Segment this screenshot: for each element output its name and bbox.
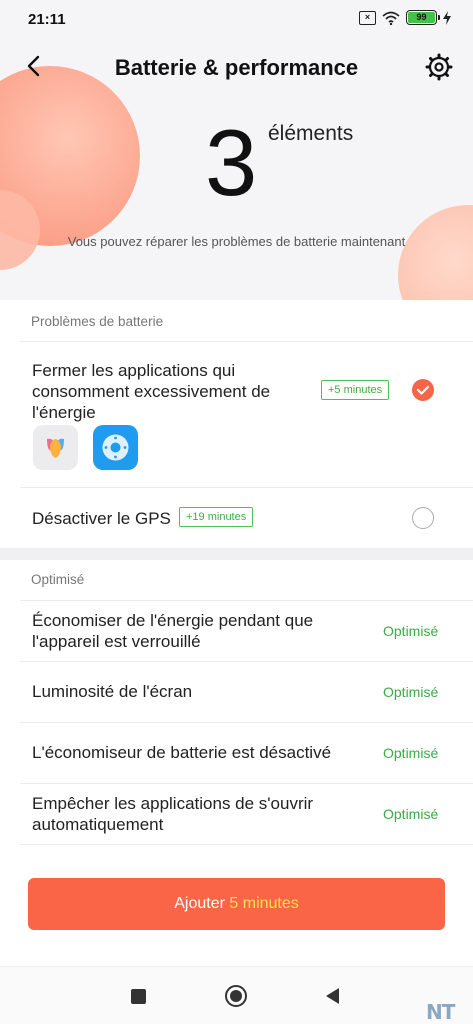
optimized-status: Optimisé: [383, 745, 439, 761]
optimized-label: Empêcher les applications de s'ouvrir au…: [32, 794, 314, 834]
optimized-status: Optimisé: [383, 623, 439, 639]
optimized-label: Luminosité de l'écran: [32, 682, 193, 701]
check-icon: [416, 385, 430, 395]
sim-x-icon: ×: [359, 10, 376, 25]
issue-count: 3: [205, 110, 258, 215]
navigation-bar: [0, 966, 473, 1024]
issue-count-unit: éléments: [268, 122, 354, 145]
time-gain-badge: +5 minutes: [321, 380, 390, 400]
checkbox-unchecked[interactable]: [412, 507, 434, 529]
optimized-row-brightness: Luminosité de l'écran Optimisé: [0, 662, 473, 722]
home-circle-icon[interactable]: [225, 985, 247, 1007]
issue-row-close-apps[interactable]: Fermer les applications qui consomment e…: [0, 342, 473, 487]
battery-level: 99: [408, 12, 435, 23]
add-time-button[interactable]: Ajouter 5 minutes: [28, 878, 445, 930]
remote-app-icon: [93, 425, 138, 470]
optimized-row-battery-saver: L'économiseur de batterie est désactivé …: [0, 723, 473, 783]
page-title: Batterie & performance: [114, 55, 359, 80]
recents-square-icon[interactable]: [131, 989, 146, 1004]
section-header-issues: Problèmes de batterie: [31, 314, 164, 329]
wifi-icon: [382, 11, 400, 25]
status-bar: 21:11 × 99: [0, 0, 473, 40]
optimized-row-autostart: Empêcher les applications de s'ouvrir au…: [0, 784, 473, 844]
issue-label: Désactiver le GPS: [32, 509, 171, 528]
section-header-optimized: Optimisé: [31, 572, 85, 587]
add-button-highlight: 5 minutes: [229, 895, 299, 912]
charging-bolt-icon: [443, 10, 451, 25]
battery-icon: 99: [406, 10, 440, 25]
time-gain-badge: +19 minutes: [179, 507, 254, 527]
issue-row-gps[interactable]: Désactiver le GPS +19 minutes: [0, 488, 473, 546]
optimized-row-lock-saving: Économiser de l'énergie pendant que l'ap…: [0, 601, 473, 661]
status-icons: × 99: [359, 10, 451, 25]
decor-circle-right: [398, 205, 473, 300]
gear-icon[interactable]: [424, 52, 454, 82]
top-bar: Batterie & performance: [0, 44, 473, 90]
optimized-label: L'économiseur de batterie est désactivé: [32, 743, 332, 762]
hero-panel: 21:11 × 99 Batterie & performance 3 élém…: [0, 0, 473, 300]
section-separator: [0, 548, 473, 560]
watermark-logo: NT: [426, 1000, 455, 1024]
checkbox-checked[interactable]: [412, 379, 434, 401]
optimized-label: Économiser de l'énergie pendant que l'ap…: [32, 611, 314, 651]
issue-label: Fermer les applications qui consomment e…: [32, 361, 271, 422]
divider: [20, 844, 473, 845]
tulip-app-icon: [33, 425, 78, 470]
status-time: 21:11: [28, 11, 66, 28]
hero-subtitle: Vous pouvez réparer les problèmes de bat…: [67, 234, 406, 249]
optimized-status: Optimisé: [383, 806, 439, 822]
back-triangle-icon[interactable]: [326, 988, 339, 1004]
optimized-status: Optimisé: [383, 684, 439, 700]
add-button-label: Ajouter: [174, 895, 225, 912]
